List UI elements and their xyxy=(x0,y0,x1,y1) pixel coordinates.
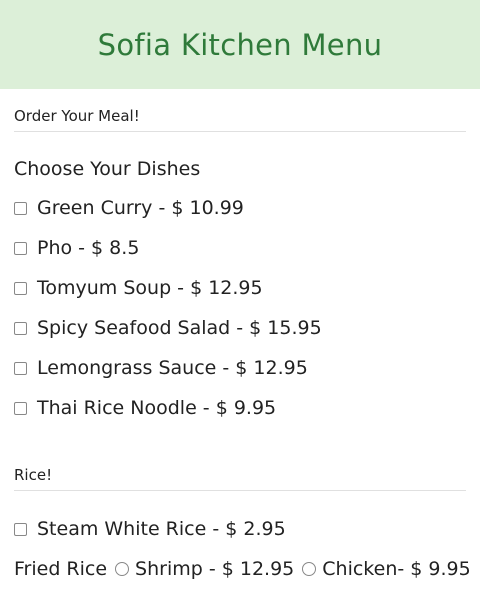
dish-item-spicy-seafood-salad[interactable]: Spicy Seafood Salad - $ 15.95 xyxy=(14,308,480,348)
dish-label: Lemongrass Sauce - $ 12.95 xyxy=(37,357,308,379)
dish-label: Thai Rice Noodle - $ 9.95 xyxy=(37,397,277,419)
fried-rice-shrimp-radio[interactable] xyxy=(115,562,130,576)
steam-rice-checkbox[interactable] xyxy=(14,522,27,536)
dishes-list: Green Curry - $ 10.99 Pho - $ 8.5 Tomyum… xyxy=(0,188,480,428)
dish-checkbox[interactable] xyxy=(14,361,27,375)
dish-label: Green Curry - $ 10.99 xyxy=(37,197,244,219)
dish-item-tomyum-soup[interactable]: Tomyum Soup - $ 12.95 xyxy=(14,268,480,308)
dishes-group-heading: Choose Your Dishes xyxy=(14,158,201,180)
rice-options: Steam White Rice - $ 2.95 Fried Rice Shr… xyxy=(0,509,480,589)
dish-checkbox[interactable] xyxy=(14,241,27,255)
page-title: Sofia Kitchen Menu xyxy=(97,27,383,62)
fried-rice-chicken-label: Chicken- $ 9.95 xyxy=(322,558,471,580)
fried-rice-row: Fried Rice Shrimp - $ 12.95 Chicken- $ 9… xyxy=(14,549,480,589)
dish-checkbox[interactable] xyxy=(14,201,27,215)
dish-item-pho[interactable]: Pho - $ 8.5 xyxy=(14,228,480,268)
steam-rice-label: Steam White Rice - $ 2.95 xyxy=(37,518,286,540)
page-header: Sofia Kitchen Menu xyxy=(0,0,480,89)
dish-item-lemongrass-sauce[interactable]: Lemongrass Sauce - $ 12.95 xyxy=(14,348,480,388)
dish-checkbox[interactable] xyxy=(14,401,27,415)
dish-label: Tomyum Soup - $ 12.95 xyxy=(37,277,263,299)
dish-checkbox[interactable] xyxy=(14,321,27,335)
dish-checkbox[interactable] xyxy=(14,281,27,295)
dish-label: Pho - $ 8.5 xyxy=(37,237,140,259)
dish-label: Spicy Seafood Salad - $ 15.95 xyxy=(37,317,322,339)
dish-item-green-curry[interactable]: Green Curry - $ 10.99 xyxy=(14,188,480,228)
steam-rice-item[interactable]: Steam White Rice - $ 2.95 xyxy=(14,509,480,549)
fried-rice-label: Fried Rice xyxy=(14,558,108,580)
fried-rice-chicken-radio[interactable] xyxy=(302,562,317,576)
order-section-title: Order Your Meal! xyxy=(14,89,466,132)
dish-item-thai-rice-noodle[interactable]: Thai Rice Noodle - $ 9.95 xyxy=(14,388,480,428)
rice-section-title: Rice! xyxy=(14,448,466,491)
fried-rice-shrimp-label: Shrimp - $ 12.95 xyxy=(135,558,295,580)
